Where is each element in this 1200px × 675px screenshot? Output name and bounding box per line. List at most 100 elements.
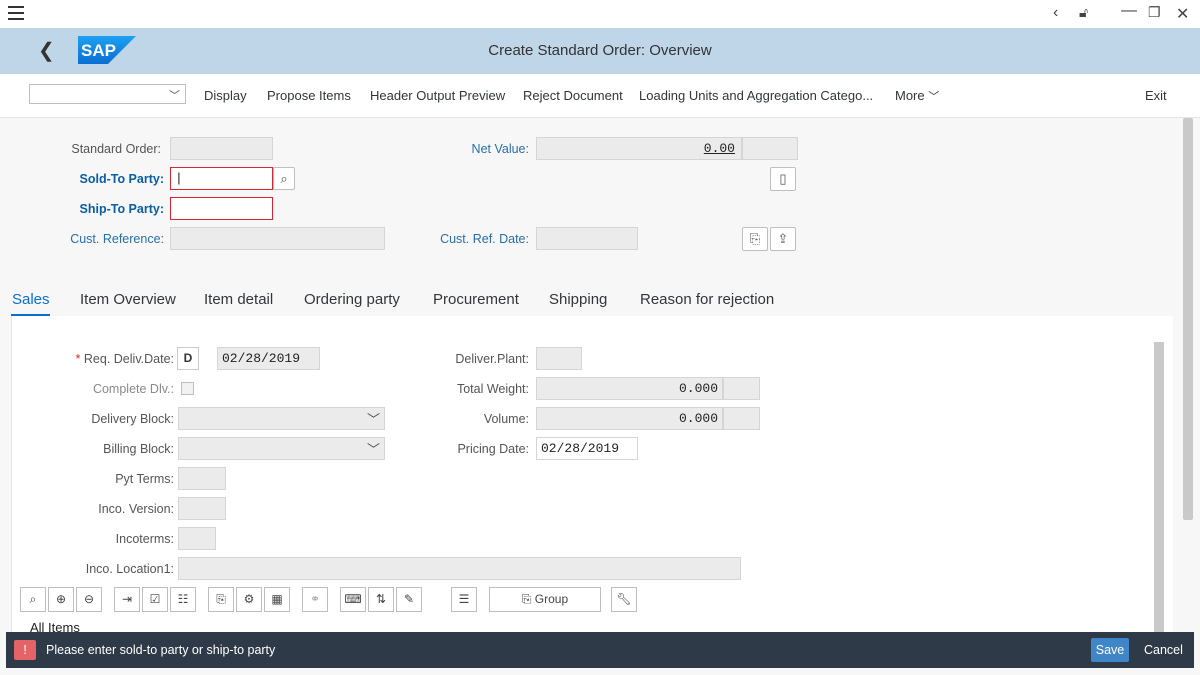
pricing-date-input[interactable]: 02/28/2019	[536, 437, 638, 460]
deselect-all-icon[interactable]: ☷	[170, 587, 196, 612]
deliver-plant-input[interactable]	[536, 347, 582, 370]
volume-field: 0.000	[536, 407, 723, 430]
table-icon[interactable]: ▦	[264, 587, 290, 612]
panel-scrollbar[interactable]	[1154, 342, 1164, 632]
chevron-left-icon[interactable]: ‹	[1053, 4, 1058, 22]
save-button[interactable]: Save	[1091, 638, 1129, 662]
chevron-down-icon: ﹀	[928, 91, 940, 103]
more-button[interactable]: More ﹀	[895, 88, 939, 104]
tab-item-detail[interactable]: Item detail	[204, 291, 273, 308]
toolbar: ﹀ Display Propose Items Header Output Pr…	[0, 74, 1200, 118]
ship-to-party-input[interactable]	[170, 197, 273, 220]
inco-location-input[interactable]	[178, 557, 741, 580]
delivery-block-select[interactable]: ﹀	[178, 407, 385, 430]
wrench-icon[interactable]: 🔧︎	[611, 587, 637, 612]
select-all-icon[interactable]: ☑	[142, 587, 168, 612]
cancel-button[interactable]: Cancel	[1144, 643, 1183, 657]
chevron-down-icon: ﹀	[366, 442, 380, 457]
req-deliv-date-input[interactable]: 02/28/2019	[217, 347, 320, 370]
tab-sales[interactable]: Sales	[12, 291, 50, 308]
required-marker: *	[75, 352, 81, 366]
inco-version-input[interactable]	[178, 497, 226, 520]
link-icon[interactable]: ⚭	[302, 587, 328, 612]
error-message[interactable]: Please enter sold-to party or ship-to pa…	[46, 643, 275, 657]
volume-unit-field	[723, 407, 760, 430]
net-value-currency-field	[742, 137, 798, 160]
complete-dlv-label: Complete Dlv.:	[92, 382, 174, 396]
tab-shipping[interactable]: Shipping	[549, 291, 607, 308]
header-output-preview-button[interactable]: Header Output Preview	[370, 88, 505, 103]
cust-reference-field[interactable]	[170, 227, 385, 250]
billing-block-select[interactable]: ﹀	[178, 437, 385, 460]
net-value-field: 0.00	[536, 137, 742, 160]
incoterms-input[interactable]	[178, 527, 216, 550]
variant-dropdown[interactable]: ﹀	[29, 84, 186, 104]
reject-document-button[interactable]: Reject Document	[523, 88, 623, 103]
volume-label: Volume:	[483, 412, 529, 426]
page-title: Create Standard Order: Overview	[488, 42, 712, 59]
delivery-block-label: Delivery Block:	[91, 412, 174, 426]
deliver-plant-label: Deliver.Plant:	[455, 352, 529, 366]
incoterms-label: Incoterms:	[115, 532, 174, 546]
page-scrollbar[interactable]	[1183, 118, 1193, 520]
req-deliv-date-label: * Req. Deliv.Date:	[76, 352, 174, 366]
billing-block-label: Billing Block:	[103, 442, 174, 456]
keyboard-icon[interactable]: ⌨	[340, 587, 366, 612]
add-icon[interactable]: ⊕	[48, 587, 74, 612]
stack-icon[interactable]: ☰	[451, 587, 477, 612]
pricing-date-label: Pricing Date:	[457, 442, 529, 456]
ship-to-party-label: Ship-To Party:	[79, 202, 165, 216]
req-deliv-date-label-text: Req. Deliv.Date:	[83, 352, 174, 366]
header-details-icon[interactable]: ⎘	[742, 227, 768, 251]
menu-icon[interactable]	[8, 6, 24, 20]
settings-icon[interactable]: ⚙	[236, 587, 262, 612]
upload-icon[interactable]: ⇪	[770, 227, 796, 251]
complete-dlv-checkbox[interactable]	[181, 382, 194, 395]
search-help-icon[interactable]: ⌕	[273, 167, 295, 190]
sold-to-party-label: Sold-To Party:	[79, 172, 165, 186]
cust-ref-date-label: Cust. Ref. Date:	[440, 232, 529, 246]
cust-ref-date-field[interactable]	[536, 227, 638, 250]
group-button[interactable]: ⎘ Group	[489, 587, 601, 612]
document-icon[interactable]: ▯	[770, 167, 796, 191]
total-weight-field: 0.000	[536, 377, 723, 400]
pyt-terms-input[interactable]	[178, 467, 226, 490]
weight-unit-field	[723, 377, 760, 400]
group-icon: ⎘	[521, 592, 532, 606]
tab-bar: Sales Item Overview Item detail Ordering…	[0, 282, 1200, 318]
shell-header: ❮ SAP Create Standard Order: Overview	[0, 28, 1200, 74]
tab-item-overview[interactable]: Item Overview	[80, 291, 176, 308]
sort-icon[interactable]: ⇅	[368, 587, 394, 612]
total-weight-label: Total Weight:	[456, 382, 529, 396]
tab-procurement[interactable]: Procurement	[433, 291, 519, 308]
tab-reason-for-rejection[interactable]: Reason for rejection	[640, 291, 774, 308]
minimize-icon[interactable]: —	[1121, 2, 1137, 20]
standard-order-field	[170, 137, 273, 160]
restore-icon[interactable]: ❐	[1148, 4, 1161, 21]
display-button[interactable]: Display	[204, 88, 247, 103]
error-icon: !	[14, 640, 36, 660]
details-icon[interactable]: ⌕	[20, 587, 46, 612]
remove-icon[interactable]: ⊖	[76, 587, 102, 612]
copy-icon[interactable]: ⎘	[208, 587, 234, 612]
inco-version-label: Inco. Version:	[98, 502, 174, 516]
indent-icon[interactable]: ⇥	[114, 587, 140, 612]
cust-reference-label: Cust. Reference:	[70, 232, 164, 246]
sold-to-party-input[interactable]: |	[170, 167, 273, 190]
exit-button[interactable]: Exit	[1145, 88, 1167, 103]
loading-units-button[interactable]: Loading Units and Aggregation Catego...	[639, 88, 873, 103]
propose-items-button[interactable]: Propose Items	[267, 88, 351, 103]
more-label: More	[895, 88, 925, 103]
chevron-down-icon: ﹀	[366, 412, 380, 427]
message-bar: ! Please enter sold-to party or ship-to …	[6, 632, 1194, 668]
close-icon[interactable]: ✕	[1176, 4, 1189, 24]
window-bar: ‹ 🔓︎ — ❐ ✕	[0, 0, 1200, 28]
date-format-button[interactable]: D	[177, 347, 199, 370]
net-value-label: Net Value:	[471, 142, 529, 156]
tab-ordering-party[interactable]: Ordering party	[304, 291, 400, 308]
pyt-terms-label: Pyt Terms:	[115, 472, 174, 486]
notes-icon[interactable]: ✎	[396, 587, 422, 612]
inco-location-label: Inco. Location1:	[85, 562, 174, 576]
standard-order-label: Standard Order:	[71, 142, 161, 156]
lock-icon[interactable]: 🔓︎	[1079, 4, 1088, 21]
